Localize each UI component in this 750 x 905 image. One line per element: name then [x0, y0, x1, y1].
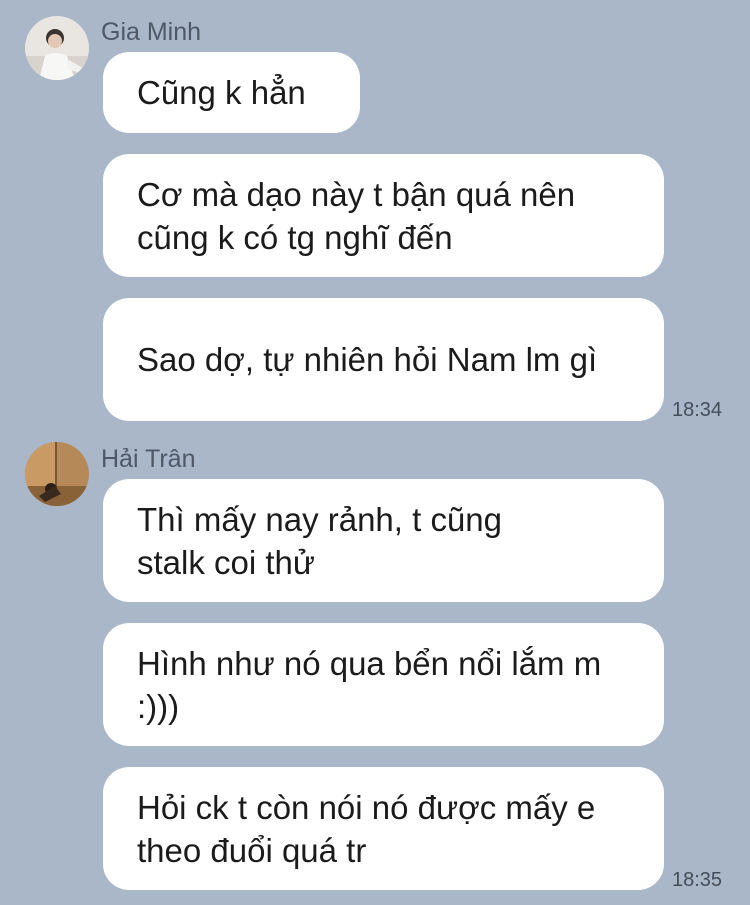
- message-text: Hình như nó qua bển nổi lắm m :))): [137, 644, 602, 725]
- message-bubble[interactable]: Sao dợ, tự nhiên hỏi Nam lm gì: [103, 298, 664, 421]
- message-bubble[interactable]: Cũng k hẳn: [103, 52, 360, 133]
- user-avatar-photo-icon: [25, 442, 89, 506]
- sender-name: Hải Trân: [101, 445, 196, 473]
- message-text: Sao dợ, tự nhiên hỏi Nam lm gì: [137, 341, 598, 378]
- message-text: Cơ mà dạo này t bận quá nên cũng k có tg…: [137, 175, 576, 256]
- sender-name: Gia Minh: [101, 18, 202, 46]
- message-bubble[interactable]: Cơ mà dạo này t bận quá nên cũng k có tg…: [103, 154, 664, 277]
- message-bubble[interactable]: Thì mấy nay rảnh, t cũng stalk coi thử: [103, 479, 664, 602]
- message-bubble[interactable]: Hỏi ck t còn nói nó được mấy e theo đuổi…: [103, 767, 664, 890]
- message-timestamp: 18:35: [672, 869, 723, 891]
- message-timestamp: 18:34: [672, 399, 723, 421]
- avatar-gia-minh[interactable]: [25, 16, 89, 80]
- message-text: Thì mấy nay rảnh, t cũng stalk coi thử: [137, 500, 503, 581]
- avatar-hai-tran[interactable]: [25, 442, 89, 506]
- user-avatar-photo-icon: [25, 16, 89, 80]
- message-text: Cũng k hẳn: [137, 74, 306, 111]
- message-text: Hỏi ck t còn nói nó được mấy e theo đuổi…: [137, 788, 596, 869]
- message-bubble[interactable]: Hình như nó qua bển nổi lắm m :))): [103, 623, 664, 746]
